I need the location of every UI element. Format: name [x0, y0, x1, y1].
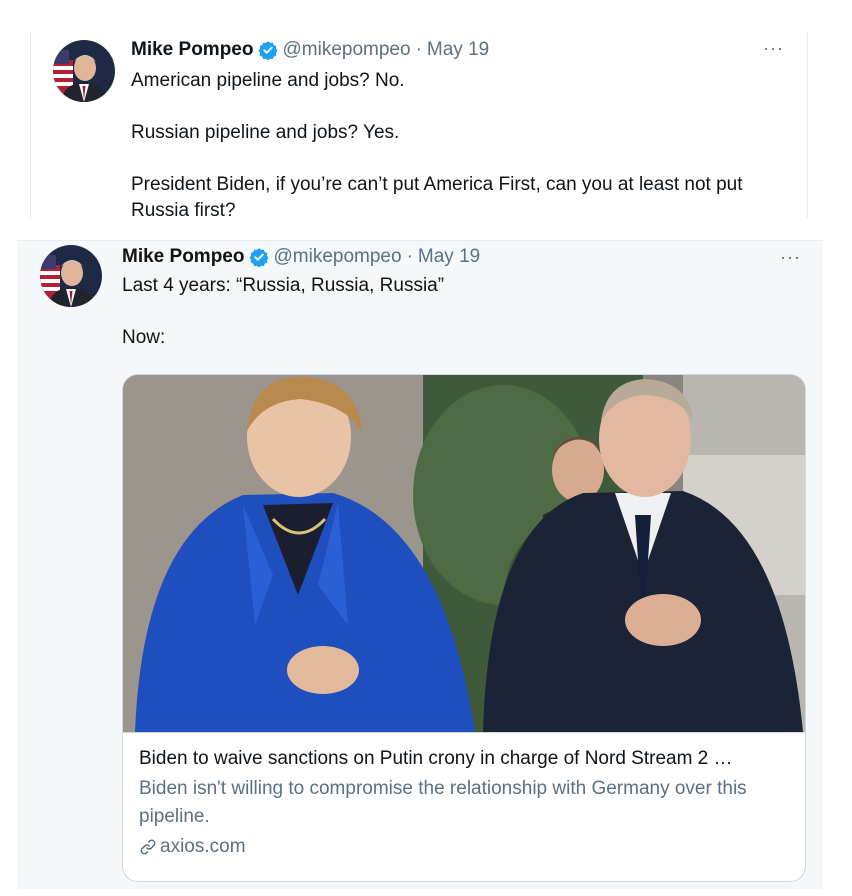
verified-badge-icon: [258, 40, 279, 60]
separator-dot: ·: [415, 39, 422, 60]
more-options-icon[interactable]: ···: [763, 39, 784, 57]
verified-badge-icon: [249, 247, 270, 267]
tweet-line: President Biden, if you’re can’t put Ame…: [131, 174, 743, 221]
tweet-text: Last 4 years: “Russia, Russia, Russia” N…: [122, 273, 782, 351]
tweet-2[interactable]: Mike Pompeo @mikepompeo · May 19 ··· Las…: [18, 240, 822, 889]
tweet-date[interactable]: May 19: [418, 245, 480, 269]
card-title[interactable]: Biden to waive sanctions on Putin crony …: [139, 745, 795, 773]
avatar-image: [40, 245, 102, 307]
tweet-line: Russian pipeline and jobs? Yes.: [131, 122, 400, 143]
separator-dot: ·: [406, 246, 413, 267]
avatar[interactable]: [40, 245, 102, 307]
author-name[interactable]: Mike Pompeo: [122, 245, 244, 269]
tweet-text: American pipeline and jobs? No. Russian …: [131, 68, 791, 224]
tweet-line: Last 4 years: “Russia, Russia, Russia”: [122, 275, 445, 296]
tweet-line: American pipeline and jobs? No.: [131, 70, 405, 91]
author-handle[interactable]: @mikepompeo: [273, 245, 401, 269]
more-options-icon[interactable]: ···: [780, 248, 801, 266]
card-domain[interactable]: axios.com: [139, 833, 795, 861]
card-description: Biden isn't willing to compromise the re…: [139, 778, 747, 827]
avatar-image: [53, 40, 115, 102]
tweet-header: Mike Pompeo @mikepompeo · May 19: [131, 38, 489, 62]
tweet-1[interactable]: Mike Pompeo @mikepompeo · May 19 ··· Ame…: [30, 32, 808, 221]
author-name[interactable]: Mike Pompeo: [131, 38, 253, 62]
card-body: Biden to waive sanctions on Putin crony …: [139, 745, 795, 861]
card-domain-text: axios.com: [160, 836, 246, 857]
tweet-line: Now:: [122, 327, 166, 348]
author-handle[interactable]: @mikepompeo: [282, 38, 410, 62]
card-image: [123, 375, 805, 733]
tweet-date[interactable]: May 19: [427, 38, 489, 62]
tweet-header: Mike Pompeo @mikepompeo · May 19: [122, 245, 480, 269]
link-preview-card[interactable]: Biden to waive sanctions on Putin crony …: [122, 374, 806, 882]
link-icon: [139, 838, 157, 856]
avatar[interactable]: [53, 40, 115, 102]
